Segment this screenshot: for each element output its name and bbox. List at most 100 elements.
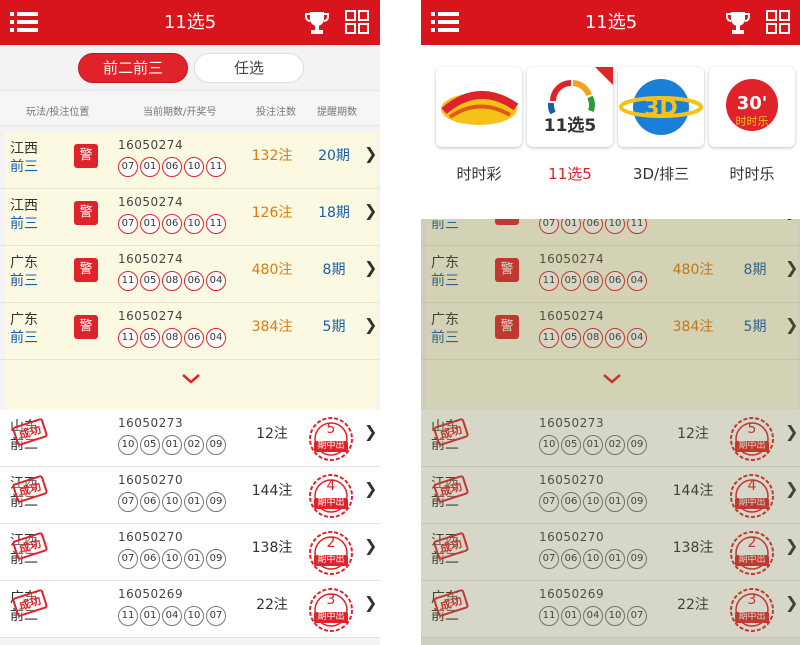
success-row[interactable]: 山东 前二 成功 16050273 10 05 01 02 09 12注 5 期中出 ❯ xyxy=(0,410,380,467)
success-row[interactable]: 江西 前二 成功 16050270 07 06 10 01 09 138注 2 期中出 ❯ xyxy=(0,524,380,581)
hit-label: 期中出 xyxy=(314,498,348,509)
bet-count: 12注 xyxy=(256,426,288,442)
trophy-icon[interactable] xyxy=(303,9,331,37)
bet-count: 22注 xyxy=(256,597,288,613)
chevron-right-icon[interactable]: ❯ xyxy=(364,258,377,277)
number-ball: 05 xyxy=(140,328,160,348)
svg-text:时时乐: 时时乐 xyxy=(736,115,769,128)
dim-overlay[interactable] xyxy=(421,219,800,645)
lottery-label-11x5[interactable]: 11选5 xyxy=(527,163,613,184)
tab-bar: 前二前三 任选 xyxy=(0,45,380,90)
warning-icon: 警 xyxy=(74,144,98,168)
selected-check-icon xyxy=(595,67,613,85)
number-ball: 11 xyxy=(118,328,138,348)
draw-numbers: 07 06 10 01 09 xyxy=(118,546,228,569)
hit-period-count: 4 xyxy=(326,478,336,494)
play-position: 广东 前三 xyxy=(10,254,38,290)
number-ball: 09 xyxy=(206,549,226,569)
period-number: 16050274 xyxy=(118,252,184,266)
number-ball: 01 xyxy=(140,214,160,234)
success-row[interactable]: 广东 前二 成功 16050269 11 01 04 10 07 22注 3 期中出 ❯ xyxy=(0,581,380,638)
col-bets: 投注注数 xyxy=(256,107,296,118)
lottery-label-shishile[interactable]: 时时乐 xyxy=(709,163,795,184)
alert-row[interactable]: 江西前三 警 16050274 0701061011 126注 18期 ❯ xyxy=(0,189,380,246)
lottery-label-3d[interactable]: 3D/排三 xyxy=(618,163,704,184)
top-bar: 11选5 xyxy=(0,0,380,45)
number-ball: 08 xyxy=(162,328,182,348)
number-ball: 10 xyxy=(162,492,182,512)
alert-row[interactable]: 广东 前三 警 16050274 11 05 08 06 04 384注 5期 ❯ xyxy=(0,303,380,360)
play-position: 广东 前三 xyxy=(10,311,38,347)
chevron-right-icon[interactable]: ❯ xyxy=(364,593,377,612)
number-ball: 02 xyxy=(184,435,204,455)
bet-count: 480注 xyxy=(251,262,293,278)
number-ball: 06 xyxy=(162,214,182,234)
chevron-right-icon[interactable]: ❯ xyxy=(364,201,377,220)
lottery-tile-shishicai[interactable] xyxy=(436,67,522,147)
remind-periods: 5期 xyxy=(322,319,346,335)
position-label: 前三 xyxy=(10,159,38,175)
tab-front-two-three[interactable]: 前二前三 xyxy=(78,53,188,83)
number-ball: 04 xyxy=(206,328,226,348)
number-ball: 06 xyxy=(140,492,160,512)
shishicai-logo-icon xyxy=(441,91,519,125)
hit-badge: 4 期中出 xyxy=(308,473,354,519)
lottery-tile-shishile[interactable]: 30' 时时乐 xyxy=(709,67,795,147)
number-ball: 10 xyxy=(184,157,204,177)
bet-count: 384注 xyxy=(251,319,293,335)
lottery-tile-3d[interactable]: 3D xyxy=(618,67,704,147)
svg-text:3D: 3D xyxy=(644,96,678,121)
draw-numbers: 10 05 01 02 09 xyxy=(118,432,228,455)
period-number: 16050274 xyxy=(118,195,184,209)
number-ball: 10 xyxy=(118,435,138,455)
tab-any[interactable]: 任选 xyxy=(194,53,304,83)
top-bar: 11选5 xyxy=(421,0,800,45)
draw-numbers: 0701061011 xyxy=(118,154,228,177)
hit-label: 期中出 xyxy=(314,441,348,452)
number-ball: 05 xyxy=(140,271,160,291)
chevron-right-icon[interactable]: ❯ xyxy=(364,144,377,163)
bet-count: 132注 xyxy=(251,148,293,164)
success-row[interactable]: 江西 前二 成功 16050270 07 06 10 01 09 144注 4 期中出 ❯ xyxy=(0,467,380,524)
chevron-right-icon[interactable]: ❯ xyxy=(364,315,377,334)
number-ball: 07 xyxy=(118,492,138,512)
bet-count: 138注 xyxy=(251,540,293,556)
remind-periods: 18期 xyxy=(318,205,350,221)
trophy-icon[interactable] xyxy=(724,9,752,37)
number-ball: 04 xyxy=(162,606,182,626)
lottery-tile-11x5[interactable]: 11选5 xyxy=(527,67,613,147)
number-ball: 07 xyxy=(118,214,138,234)
chevron-right-icon[interactable]: ❯ xyxy=(364,479,377,498)
period-number: 16050269 xyxy=(118,587,184,601)
grid-icon[interactable] xyxy=(766,10,790,34)
lottery-label-shishicai[interactable]: 时时彩 xyxy=(436,163,522,184)
number-ball: 04 xyxy=(206,271,226,291)
number-ball: 06 xyxy=(162,157,182,177)
number-ball: 01 xyxy=(184,549,204,569)
lottery-type-menu: 11选5 3D 30' 时时乐 时时彩 11选5 3D/排三 时时乐 xyxy=(421,45,800,219)
number-ball: 06 xyxy=(184,271,204,291)
number-ball: 11 xyxy=(206,214,226,234)
number-ball: 07 xyxy=(118,157,138,177)
position-label: 前三 xyxy=(10,330,38,346)
number-ball: 01 xyxy=(162,435,182,455)
hit-period-count: 5 xyxy=(326,421,336,437)
hit-badge: 2 期中出 xyxy=(308,530,354,576)
chevron-right-icon[interactable]: ❯ xyxy=(364,536,377,555)
grid-icon[interactable] xyxy=(345,10,369,34)
right-screen: 11选5 11选5 3D 30' 时时乐 时时彩 11选5 3D/排三 时时乐 … xyxy=(421,0,800,645)
warning-icon: 警 xyxy=(74,315,98,339)
warning-icon: 警 xyxy=(74,258,98,282)
region-label: 江西 xyxy=(10,198,38,214)
chevron-right-icon[interactable]: ❯ xyxy=(364,422,377,441)
number-ball: 01 xyxy=(140,606,160,626)
period-number: 16050274 xyxy=(118,309,184,323)
number-ball: 01 xyxy=(140,157,160,177)
period-number: 16050270 xyxy=(118,530,184,544)
draw-numbers: 11 05 08 06 04 xyxy=(118,325,228,348)
expand-more-button[interactable] xyxy=(5,360,377,410)
alert-row[interactable]: 江西前三 警 16050274 0701061011 132注 20期 ❯ xyxy=(0,132,380,189)
alert-row[interactable]: 广东 前三 警 16050274 11 05 08 06 04 480注 8期 ❯ xyxy=(0,246,380,303)
number-ball: 01 xyxy=(184,492,204,512)
number-ball: 11 xyxy=(206,157,226,177)
